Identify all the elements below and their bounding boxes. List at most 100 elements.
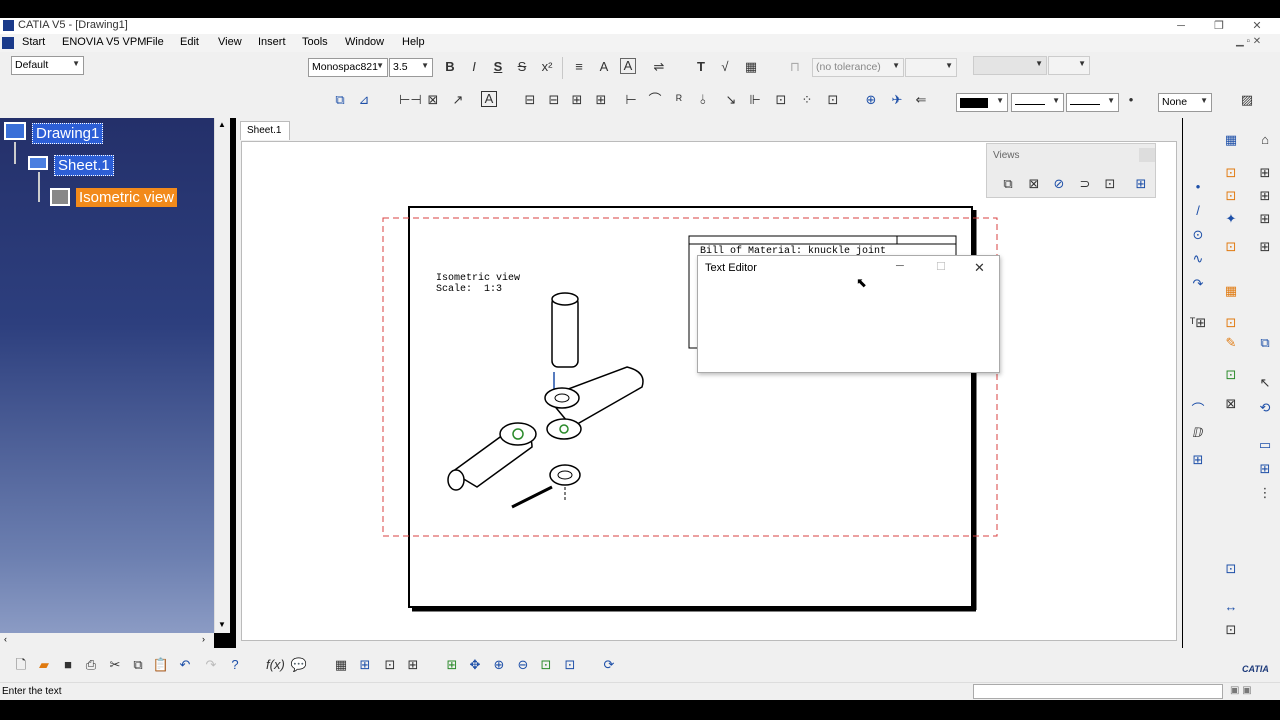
cut-icon[interactable]: ✂ — [106, 656, 124, 674]
tolerance-icon[interactable]: ⊓ — [786, 58, 804, 76]
snap-icon[interactable]: ⊡ — [1222, 164, 1240, 182]
curve-icon[interactable]: ↷ — [1189, 275, 1207, 293]
menu-help[interactable]: Help — [402, 36, 425, 48]
replace-view-icon[interactable]: ⊠ — [1222, 395, 1240, 413]
pattern-icon[interactable]: ▦ — [1222, 282, 1240, 300]
framed-text-icon[interactable]: A — [620, 58, 636, 74]
rotate-icon[interactable]: ⟲ — [1256, 399, 1274, 417]
resize-icon[interactable]: ↔ — [1222, 598, 1240, 616]
text-editor-input[interactable] — [700, 280, 997, 368]
align-left-icon[interactable]: ≡ — [570, 58, 588, 76]
menu-start[interactable]: Start — [22, 36, 45, 48]
refresh-icon[interactable]: ⟳ — [600, 656, 618, 674]
font-size-combo[interactable]: 3.5 ▼ — [389, 58, 433, 77]
text-editor-close[interactable]: ✕ — [974, 260, 985, 276]
grid-icon[interactable]: ▦ — [1222, 131, 1240, 149]
menu-insert[interactable]: Insert — [258, 36, 286, 48]
detail-view-icon[interactable]: ⊘ — [1050, 175, 1068, 193]
formula-icon[interactable]: f(x) — [266, 656, 285, 674]
matrix-icon[interactable]: ⊞ — [1256, 460, 1274, 478]
dimension-system-icon[interactable]: ⊡ — [1222, 238, 1240, 256]
undo-icon[interactable]: ↶ — [176, 656, 194, 674]
section-view-icon[interactable]: ⊠ — [1025, 175, 1043, 193]
dimension-system-sub-icon[interactable]: ⊞ — [1256, 238, 1274, 256]
radius-dim-icon[interactable]: ⌒ — [646, 91, 664, 109]
constraint-sub-icon[interactable]: ⊞ — [1256, 187, 1274, 205]
redo-icon[interactable]: ↷ — [202, 656, 220, 674]
paste-icon[interactable]: 📋 — [152, 656, 170, 674]
symbol-icon[interactable]: √ — [716, 58, 734, 76]
geometric-tolerance-icon[interactable]: ✈ — [888, 91, 906, 109]
style-combo[interactable]: Default ▼ — [11, 56, 84, 75]
scroll-down-icon[interactable]: ▼ — [218, 620, 226, 629]
menu-file[interactable]: File — [146, 36, 164, 48]
menu-tools[interactable]: Tools — [302, 36, 328, 48]
close-button[interactable]: ✕ — [1238, 18, 1276, 34]
hierarchy-icon[interactable]: ⋮ — [1256, 484, 1274, 502]
mirror-icon[interactable]: ⅅ — [1189, 424, 1207, 442]
stacked-dim-icon[interactable]: ⊟ — [545, 91, 563, 109]
italic-icon[interactable]: I — [465, 58, 483, 76]
line-type-combo[interactable]: ▼ — [1066, 93, 1119, 112]
corner-icon[interactable]: ⌒ — [1189, 401, 1207, 419]
catalog-icon[interactable]: ⊡ — [381, 656, 399, 674]
tree-horizontal-scrollbar[interactable]: ‹ › — [0, 633, 214, 648]
menu-edit[interactable]: Edit — [180, 36, 199, 48]
text-with-leader-icon[interactable]: A — [481, 91, 497, 107]
bold-icon[interactable]: B — [441, 58, 459, 76]
drawing-sheet-icon[interactable]: ⊡ — [1222, 621, 1240, 639]
transform-icon[interactable]: ⊞ — [1189, 451, 1207, 469]
wizard-view-icon[interactable]: ⊞ — [1132, 175, 1150, 193]
coordinate-dim-icon[interactable]: ⊩ — [746, 91, 764, 109]
knowledge-icon[interactable]: ⊞ — [356, 656, 374, 674]
table-icon[interactable]: ▦ — [742, 58, 760, 76]
pan-icon[interactable]: ✥ — [466, 656, 484, 674]
detect-sub-icon[interactable]: ⊞ — [1256, 210, 1274, 228]
underline-icon[interactable]: S — [489, 58, 507, 76]
pattern-combo[interactable]: None ▼ — [1158, 93, 1212, 112]
scroll-right-icon[interactable]: › — [202, 634, 205, 644]
diameter-dim-icon[interactable]: ᴿ — [670, 91, 688, 109]
restore-button[interactable]: ❐ — [1200, 18, 1238, 34]
superscript-icon[interactable]: x² — [538, 58, 556, 76]
table-bottom-icon[interactable]: ▦ — [332, 656, 350, 674]
menu-window[interactable]: Window — [345, 36, 384, 48]
callout-icon[interactable]: ✎ — [1222, 334, 1240, 352]
tolerance-combo[interactable]: (no tolerance) ▼ — [812, 58, 904, 77]
dress-up-icon[interactable]: ⌂ — [1256, 131, 1274, 149]
angle-dim-icon[interactable]: ⊢ — [622, 91, 640, 109]
dimension-icon[interactable]: ⊢⊣ — [399, 91, 422, 109]
open-icon[interactable]: ▰ — [35, 656, 53, 674]
line-thickness-combo[interactable]: ▼ — [1011, 93, 1064, 112]
scroll-left-icon[interactable]: ‹ — [4, 634, 7, 644]
hatch-icon[interactable]: ▨ — [1238, 91, 1256, 109]
projection-view-icon[interactable]: ⧉ — [999, 175, 1017, 193]
precision-combo[interactable]: ▼ — [1048, 56, 1090, 75]
menu-enovia[interactable]: ENOVIA V5 VPM — [62, 36, 146, 48]
sketch-icon[interactable]: ⊿ — [355, 91, 373, 109]
select-icon[interactable]: ⧉ — [331, 91, 349, 109]
pointer-icon[interactable]: ↖ — [1256, 374, 1274, 392]
strikethrough-icon[interactable]: S — [513, 58, 531, 76]
line-icon[interactable]: / — [1189, 202, 1207, 220]
leader-icon[interactable]: ↗ — [449, 91, 467, 109]
cumulated-dim-icon[interactable]: ⊟ — [521, 91, 539, 109]
save-icon[interactable]: ■ — [59, 656, 77, 674]
tree-item-drawing1[interactable]: Drawing1 — [32, 123, 104, 144]
datum-icon[interactable]: ⊕ — [862, 91, 880, 109]
tree-vertical-scrollbar[interactable]: ▲ ▼ — [214, 118, 230, 633]
views-toolbar-close[interactable] — [1139, 148, 1155, 162]
generate-dim-icon[interactable]: ⊡ — [824, 91, 842, 109]
zoom-out-icon[interactable]: ⊖ — [514, 656, 532, 674]
distance-dim-icon[interactable]: ⊞ — [592, 91, 610, 109]
detect-icon[interactable]: ✦ — [1222, 210, 1240, 228]
minimize-button[interactable]: ─ — [1162, 18, 1200, 34]
power-input-field[interactable] — [973, 684, 1223, 699]
point-table-icon[interactable]: ⁘ — [798, 91, 816, 109]
status-options-icon[interactable]: ▣ ▣ — [1230, 685, 1252, 696]
fit-all-icon[interactable]: ⊞ — [443, 656, 461, 674]
menu-view[interactable]: View — [218, 36, 242, 48]
scroll-up-icon[interactable]: ▲ — [218, 120, 226, 129]
point-style-icon[interactable]: • — [1122, 91, 1140, 109]
color-combo[interactable]: ▼ — [956, 93, 1008, 112]
